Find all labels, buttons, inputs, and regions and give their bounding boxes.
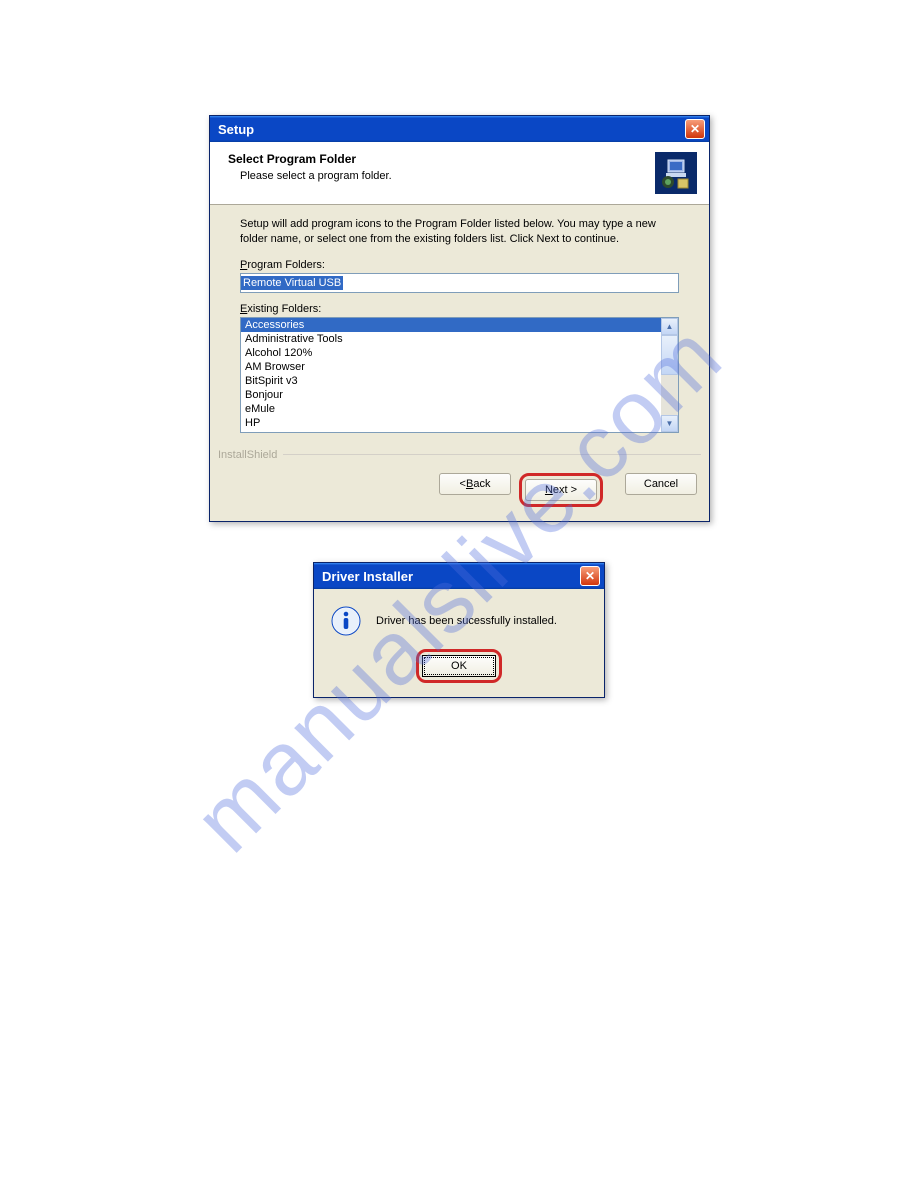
close-icon: ✕ — [690, 122, 700, 136]
cancel-button[interactable]: Cancel — [625, 473, 697, 495]
setup-title: Setup — [218, 122, 254, 137]
driver-title: Driver Installer — [322, 569, 413, 584]
program-folder-input[interactable]: Remote Virtual USB — [240, 273, 679, 293]
branding-row: InstallShield — [210, 439, 709, 469]
ok-button[interactable]: OK — [422, 655, 496, 677]
setup-body: Setup will add program icons to the Prog… — [210, 205, 709, 439]
driver-installer-dialog: Driver Installer ✕ Driver has been suces… — [313, 562, 605, 698]
next-accel: N — [545, 484, 553, 496]
driver-button-row: OK — [314, 649, 604, 697]
existing-folders-listbox[interactable]: Accessories Administrative Tools Alcohol… — [240, 317, 679, 433]
driver-titlebar[interactable]: Driver Installer ✕ — [314, 563, 604, 589]
close-button[interactable]: ✕ — [685, 119, 705, 139]
setup-dialog: Setup ✕ Select Program Folder Please sel… — [209, 115, 710, 522]
setup-heading: Select Program Folder — [228, 152, 392, 166]
program-folder-value: Remote Virtual USB — [241, 276, 343, 290]
existing-folders-label-rest: xisting Folders: — [247, 303, 321, 315]
next-button-highlight: Next > — [519, 473, 603, 507]
driver-message: Driver has been sucessfully installed. — [376, 615, 557, 627]
setup-subheading: Please select a program folder. — [240, 170, 392, 182]
list-item[interactable]: HP — [241, 416, 661, 430]
chevron-down-icon: ▼ — [666, 419, 674, 428]
driver-body: Driver has been sucessfully installed. — [314, 589, 604, 649]
chevron-up-icon: ▲ — [666, 322, 674, 331]
scroll-thumb[interactable] — [661, 335, 678, 375]
scroll-down-button[interactable]: ▼ — [661, 415, 678, 432]
list-item[interactable]: BitSpirit v3 — [241, 374, 661, 388]
list-item[interactable]: AM Browser — [241, 360, 661, 374]
scroll-up-button[interactable]: ▲ — [661, 318, 678, 335]
setup-instructions: Setup will add program icons to the Prog… — [240, 217, 679, 247]
back-button[interactable]: < Back — [439, 473, 511, 495]
back-accel: B — [466, 478, 473, 490]
list-item[interactable]: Alcohol 120% — [241, 346, 661, 360]
setup-buttons-row: < Back Next > Cancel — [210, 469, 709, 521]
scroll-track[interactable] — [661, 375, 678, 415]
info-icon — [330, 605, 362, 637]
list-item[interactable]: Lavasoft Ad-Aware SE Personal — [241, 430, 661, 432]
next-rest: ext > — [553, 484, 577, 496]
setup-header-text: Select Program Folder Please select a pr… — [228, 152, 392, 182]
list-item[interactable]: eMule — [241, 402, 661, 416]
existing-folders-label: Existing Folders: — [240, 303, 679, 315]
close-icon: ✕ — [585, 569, 595, 583]
program-folders-label-rest: rogram Folders: — [247, 259, 325, 271]
list-item[interactable]: Bonjour — [241, 388, 661, 402]
next-button[interactable]: Next > — [525, 479, 597, 501]
setup-titlebar[interactable]: Setup ✕ — [210, 116, 709, 142]
ok-button-highlight: OK — [416, 649, 502, 683]
listbox-scrollbar[interactable]: ▲ ▼ — [661, 318, 678, 432]
existing-folders-items: Accessories Administrative Tools Alcohol… — [241, 318, 661, 432]
list-item[interactable]: Accessories — [241, 318, 661, 332]
installer-icon — [655, 152, 697, 194]
branding-divider — [283, 454, 701, 455]
close-button[interactable]: ✕ — [580, 566, 600, 586]
program-folders-label: Program Folders: — [240, 259, 679, 271]
setup-header-panel: Select Program Folder Please select a pr… — [210, 142, 709, 205]
list-item[interactable]: Administrative Tools — [241, 332, 661, 346]
installshield-label: InstallShield — [218, 449, 277, 461]
back-rest: ack — [473, 478, 490, 490]
